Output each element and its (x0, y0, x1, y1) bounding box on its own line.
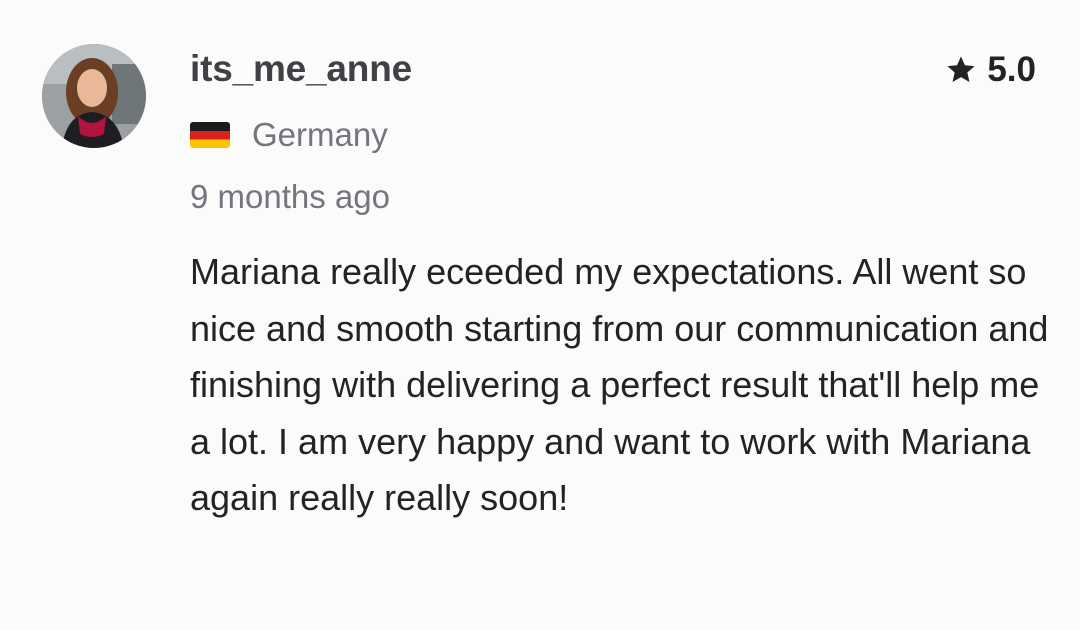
review-body: Mariana really eceeded my expectations. … (190, 251, 1049, 518)
star-icon (945, 54, 977, 86)
reviewer-username[interactable]: its_me_anne (190, 48, 412, 90)
avatar[interactable] (42, 44, 146, 148)
rating-value: 5.0 (987, 50, 1036, 89)
germany-flag-icon (190, 122, 230, 148)
rating: 5.0 (945, 50, 1036, 90)
review-card: its_me_anne 5.0 Germany 9 months ago Mar… (0, 0, 1080, 630)
review-timestamp: 9 months ago (190, 178, 390, 215)
country-name: Germany (252, 116, 388, 153)
profile-photo (42, 44, 146, 148)
reviewer-country: Germany (190, 116, 388, 154)
